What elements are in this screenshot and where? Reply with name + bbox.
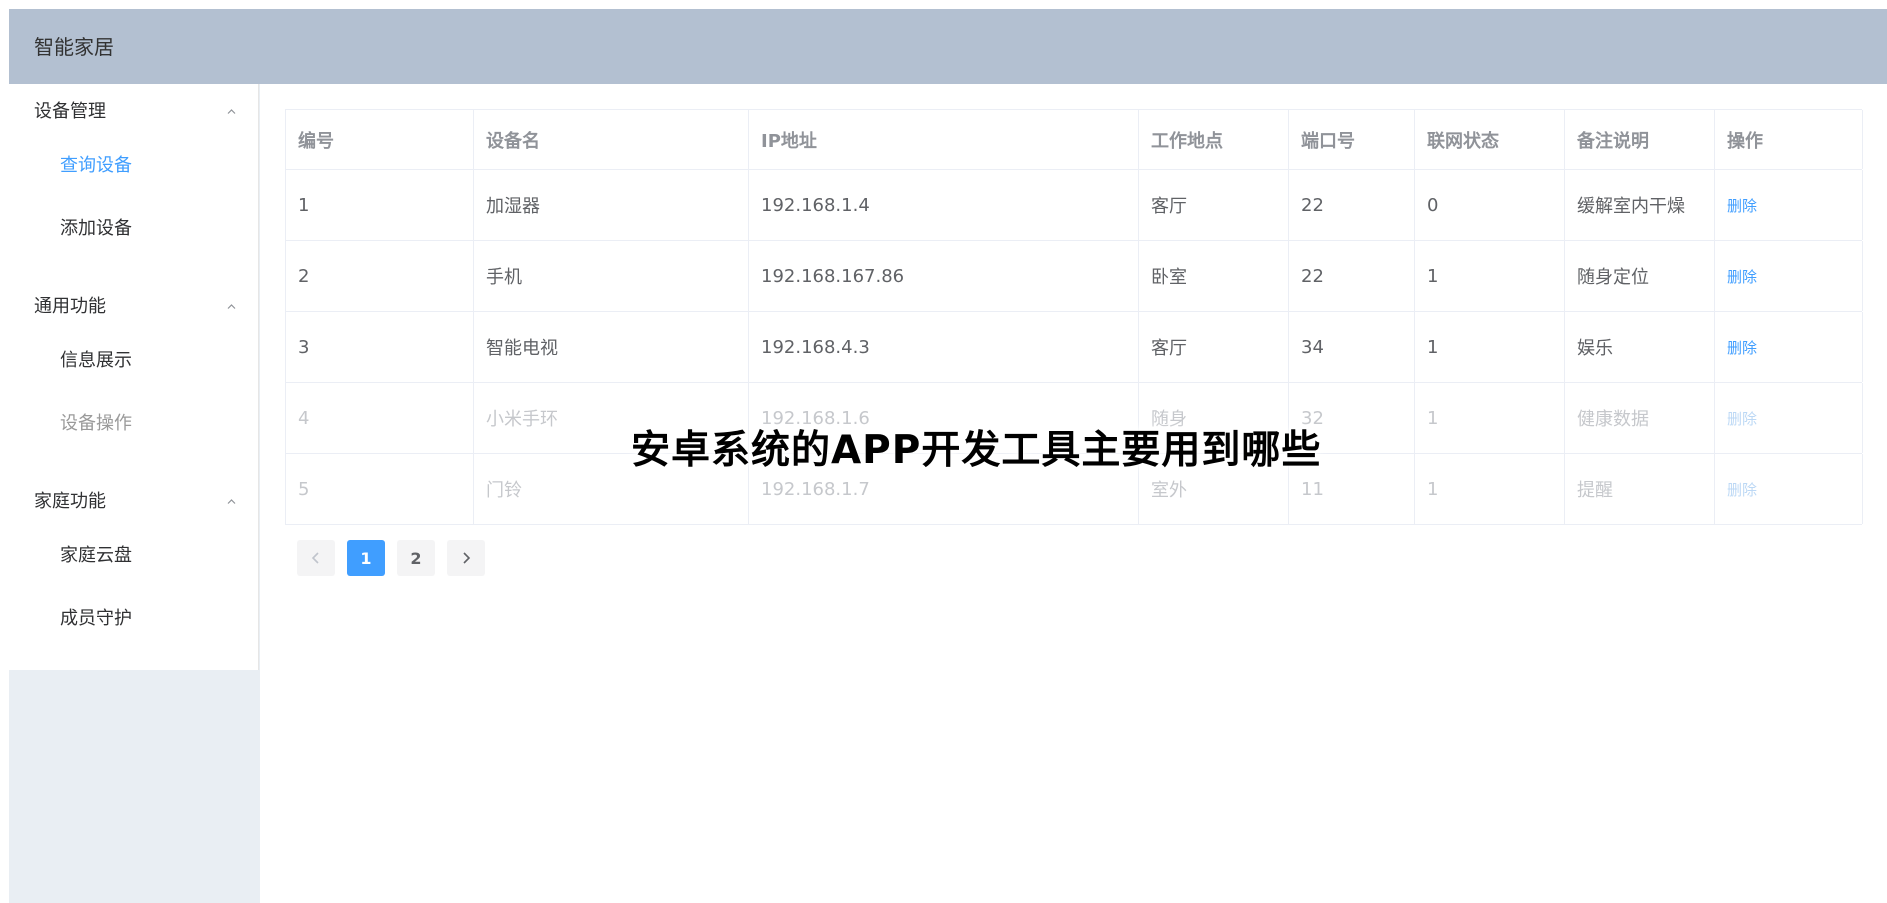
cell-location: 室外 xyxy=(1139,454,1289,524)
cell-device-name: 门铃 xyxy=(474,454,749,524)
cell-id: 2 xyxy=(286,241,474,311)
cell-ip: 192.168.167.86 xyxy=(749,241,1139,311)
cell-note: 提醒 xyxy=(1565,454,1715,524)
table-row: 3 智能电视 192.168.4.3 客厅 34 1 娱乐 删除 xyxy=(286,312,1863,383)
column-header-status[interactable]: 联网状态 xyxy=(1415,110,1565,169)
table-header-row: 编号 设备名 IP地址 工作地点 端口号 联网状态 备注说明 操作 xyxy=(286,110,1863,170)
cell-device-name: 加湿器 xyxy=(474,170,749,240)
table-row: 5 门铃 192.168.1.7 室外 11 1 提醒 删除 xyxy=(286,454,1863,525)
sidebar-item-add-device[interactable]: 添加设备 xyxy=(9,201,259,257)
chevron-left-icon xyxy=(311,552,319,564)
sidebar: 设备管理 查询设备 添加设备 通用功能 信息展示 设备操作 家庭功能 家庭云盘 … xyxy=(9,84,260,903)
device-table: 编号 设备名 IP地址 工作地点 端口号 联网状态 备注说明 操作 1 加湿器 … xyxy=(285,109,1863,525)
cell-ip: 192.168.1.6 xyxy=(749,383,1139,453)
cell-port: 11 xyxy=(1289,454,1415,524)
cell-port: 22 xyxy=(1289,170,1415,240)
submenu-label: 家庭功能 xyxy=(34,491,106,512)
chevron-up-icon xyxy=(227,499,236,504)
next-page-button[interactable] xyxy=(447,540,485,576)
submenu-home-functions[interactable]: 家庭功能 xyxy=(9,474,259,530)
column-header-action: 操作 xyxy=(1715,110,1863,169)
page-button-2[interactable]: 2 xyxy=(397,540,435,576)
submenu-general-functions[interactable]: 通用功能 xyxy=(9,279,259,335)
chevron-right-icon xyxy=(463,552,471,564)
cell-location: 客厅 xyxy=(1139,170,1289,240)
sidebar-item-query-device[interactable]: 查询设备 xyxy=(9,138,259,194)
delete-link[interactable]: 删除 xyxy=(1727,337,1757,358)
sidebar-item-label: 设备操作 xyxy=(60,413,132,434)
column-header-location[interactable]: 工作地点 xyxy=(1139,110,1289,169)
chevron-up-icon xyxy=(227,304,236,309)
delete-link[interactable]: 删除 xyxy=(1727,408,1757,429)
cell-action: 删除 xyxy=(1715,170,1863,240)
cell-device-name: 手机 xyxy=(474,241,749,311)
cell-id: 3 xyxy=(286,312,474,382)
sidebar-item-label: 家庭云盘 xyxy=(60,545,132,566)
cell-action: 删除 xyxy=(1715,241,1863,311)
prev-page-button[interactable] xyxy=(297,540,335,576)
header-bar: 智能家居 xyxy=(9,9,1887,84)
column-header-id[interactable]: 编号 xyxy=(286,110,474,169)
cell-status: 1 xyxy=(1415,454,1565,524)
cell-location: 卧室 xyxy=(1139,241,1289,311)
cell-id: 1 xyxy=(286,170,474,240)
cell-location: 随身 xyxy=(1139,383,1289,453)
sidebar-item-label: 添加设备 xyxy=(60,218,132,239)
cell-note: 娱乐 xyxy=(1565,312,1715,382)
sidebar-item-home-cloud[interactable]: 家庭云盘 xyxy=(9,528,259,584)
page-button-1[interactable]: 1 xyxy=(347,540,385,576)
cell-action: 删除 xyxy=(1715,454,1863,524)
sidebar-item-info-display[interactable]: 信息展示 xyxy=(9,333,259,389)
main-content: 编号 设备名 IP地址 工作地点 端口号 联网状态 备注说明 操作 1 加湿器 … xyxy=(260,84,1887,903)
cell-ip: 192.168.1.4 xyxy=(749,170,1139,240)
submenu-device-management[interactable]: 设备管理 xyxy=(9,84,259,140)
cell-note: 健康数据 xyxy=(1565,383,1715,453)
chevron-up-icon xyxy=(227,109,236,114)
column-header-device-name[interactable]: 设备名 xyxy=(474,110,749,169)
cell-id: 4 xyxy=(286,383,474,453)
cell-device-name: 小米手环 xyxy=(474,383,749,453)
sidebar-item-label: 信息展示 xyxy=(60,350,132,371)
cell-status: 1 xyxy=(1415,312,1565,382)
app-window: 智能家居 设备管理 查询设备 添加设备 通用功能 信息展示 设备操作 家庭功能 … xyxy=(9,9,1887,903)
table-row: 4 小米手环 192.168.1.6 随身 32 1 健康数据 删除 xyxy=(286,383,1863,454)
sidebar-item-label: 查询设备 xyxy=(60,155,132,176)
cell-action: 删除 xyxy=(1715,383,1863,453)
sidebar-item-device-operation[interactable]: 设备操作 xyxy=(9,396,259,452)
delete-link[interactable]: 删除 xyxy=(1727,266,1757,287)
app-title: 智能家居 xyxy=(34,35,114,59)
cell-device-name: 智能电视 xyxy=(474,312,749,382)
cell-port: 22 xyxy=(1289,241,1415,311)
cell-ip: 192.168.4.3 xyxy=(749,312,1139,382)
sidebar-item-label: 成员守护 xyxy=(60,608,132,629)
cell-status: 0 xyxy=(1415,170,1565,240)
submenu-label: 设备管理 xyxy=(34,101,106,122)
cell-action: 删除 xyxy=(1715,312,1863,382)
delete-link[interactable]: 删除 xyxy=(1727,195,1757,216)
table-row: 2 手机 192.168.167.86 卧室 22 1 随身定位 删除 xyxy=(286,241,1863,312)
column-header-ip[interactable]: IP地址 xyxy=(749,110,1139,169)
submenu-label: 通用功能 xyxy=(34,296,106,317)
side-menu: 设备管理 查询设备 添加设备 通用功能 信息展示 设备操作 家庭功能 家庭云盘 … xyxy=(9,84,259,670)
column-header-port[interactable]: 端口号 xyxy=(1289,110,1415,169)
column-header-note[interactable]: 备注说明 xyxy=(1565,110,1715,169)
table-row: 1 加湿器 192.168.1.4 客厅 22 0 缓解室内干燥 删除 xyxy=(286,170,1863,241)
cell-port: 34 xyxy=(1289,312,1415,382)
cell-note: 缓解室内干燥 xyxy=(1565,170,1715,240)
cell-port: 32 xyxy=(1289,383,1415,453)
sidebar-item-member-guard[interactable]: 成员守护 xyxy=(9,591,259,647)
delete-link[interactable]: 删除 xyxy=(1727,479,1757,500)
cell-status: 1 xyxy=(1415,241,1565,311)
cell-id: 5 xyxy=(286,454,474,524)
cell-ip: 192.168.1.7 xyxy=(749,454,1139,524)
cell-status: 1 xyxy=(1415,383,1565,453)
cell-location: 客厅 xyxy=(1139,312,1289,382)
cell-note: 随身定位 xyxy=(1565,241,1715,311)
